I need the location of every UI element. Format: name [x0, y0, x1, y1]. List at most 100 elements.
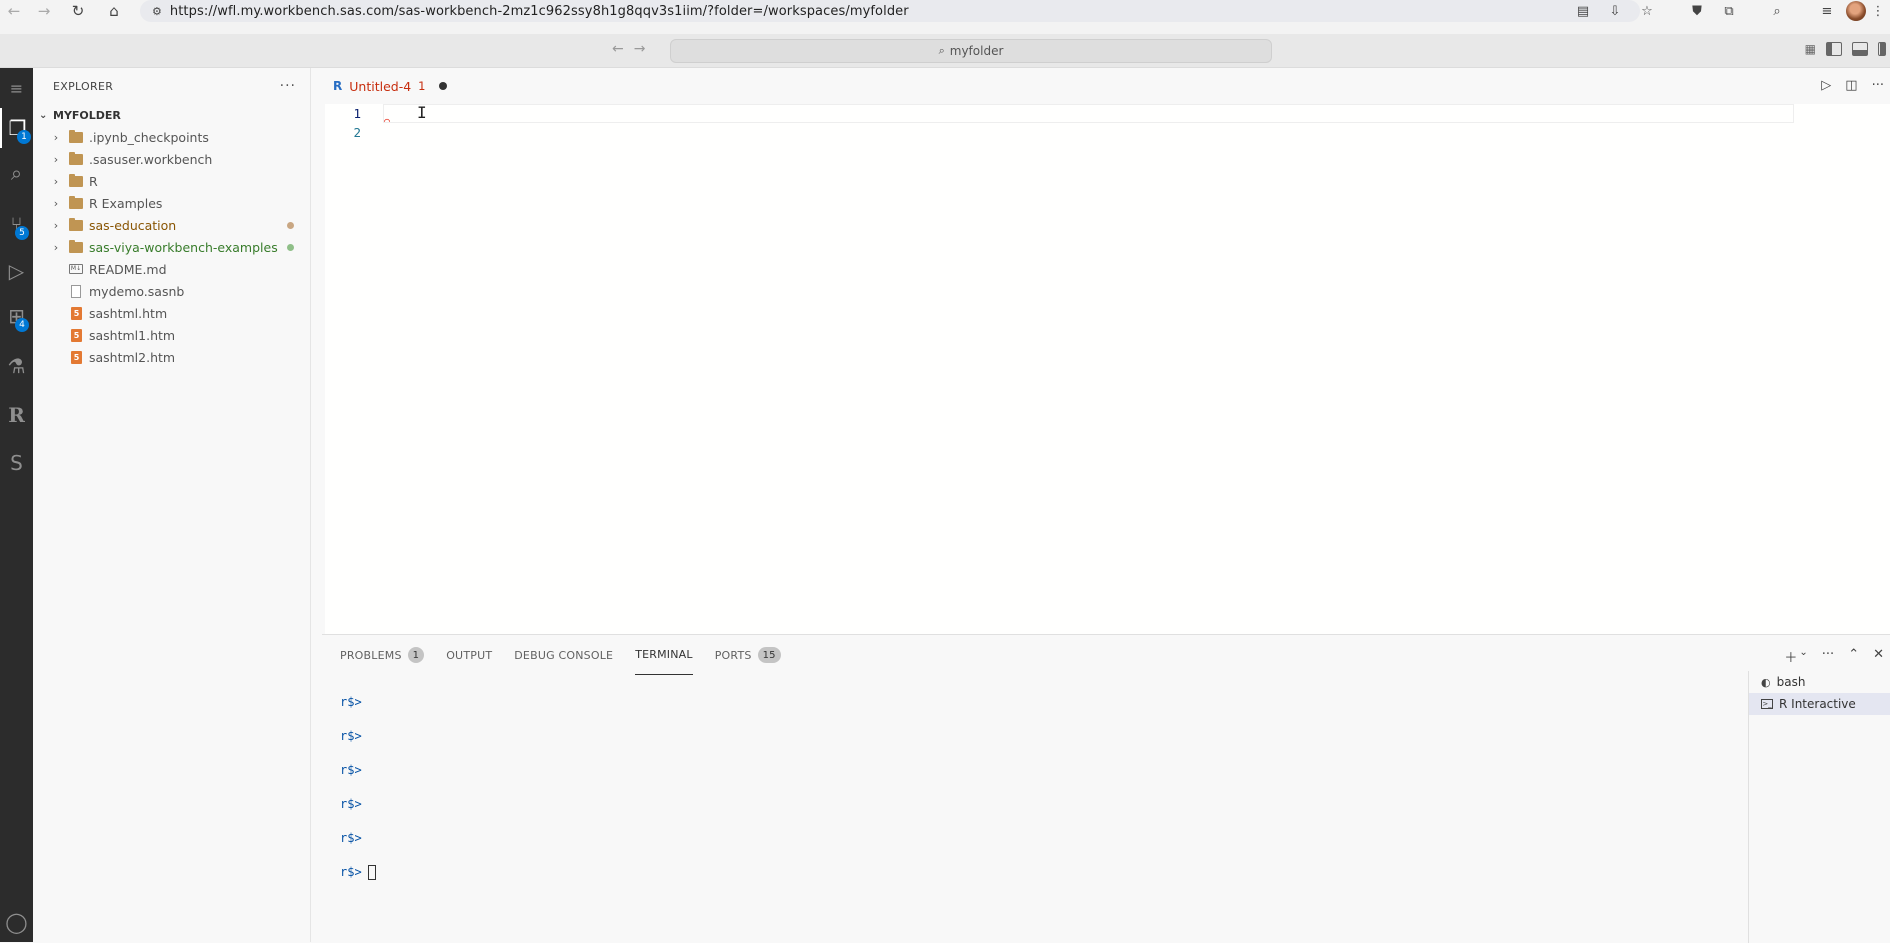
tree-item-label: mydemo.sasnb: [89, 283, 185, 299]
run-debug-icon[interactable]: ▷: [0, 251, 33, 291]
install-app-icon[interactable]: ⇩: [1602, 0, 1628, 22]
tree-item-label: sas-viya-workbench-examples: [89, 239, 278, 255]
lens-search-icon[interactable]: ⌕: [1764, 0, 1790, 22]
toggle-panel-icon[interactable]: [1852, 42, 1868, 56]
tree-item-sashtml[interactable]: 5 sashtml.htm: [33, 302, 310, 324]
url-text: https://wfl.my.workbench.sas.com/sas-wor…: [169, 3, 909, 19]
activity-bar: ≡ ❐ 1 ⌕ ⑂ 5 ▷ ⊞ 4 ⚗ R S ◯: [0, 68, 33, 942]
site-settings-icon[interactable]: ⚙: [152, 5, 162, 18]
terminal-item-label: bash: [1776, 675, 1806, 689]
folder-icon: [69, 217, 83, 231]
close-panel-icon[interactable]: ✕: [1873, 647, 1884, 666]
extensions-puzzle-icon[interactable]: ⧉: [1716, 0, 1742, 22]
split-editor-icon[interactable]: ◫: [1845, 78, 1857, 93]
chevron-down-icon: ⌄: [39, 109, 48, 121]
unsaved-dot-icon[interactable]: [438, 82, 447, 90]
text-cursor-icon: I: [417, 103, 427, 122]
explorer-title: EXPLORER: [53, 79, 114, 93]
tree-item-readme[interactable]: M↓ README.md: [33, 258, 310, 280]
address-bar[interactable]: ⚙ https://wfl.my.workbench.sas.com/sas-w…: [140, 0, 1640, 22]
line-content[interactable]: [383, 123, 1890, 142]
html-file-icon: 5: [71, 306, 82, 320]
terminal-prompt: r$>: [340, 865, 362, 879]
tree-item-label: sashtml.htm: [89, 305, 168, 321]
code-editor[interactable]: 1 ⌒ I 2: [325, 103, 1890, 634]
media-queue-icon[interactable]: ≡: [1814, 0, 1840, 22]
untracked-status-dot: [287, 244, 294, 251]
terminal-item-r-interactive[interactable]: >_ R Interactive: [1749, 693, 1890, 715]
file-icon: [71, 284, 81, 298]
forward-arrow-icon[interactable]: →: [30, 0, 58, 25]
tree-item-sashtml2[interactable]: 5 sashtml2.htm: [33, 346, 310, 368]
editor-line[interactable]: 1 ⌒ I: [325, 103, 1890, 127]
browser-menu-icon[interactable]: ⋮: [1872, 0, 1885, 22]
back-arrow-icon[interactable]: ←: [0, 0, 28, 25]
extensions-icon[interactable]: ⊞ 4: [0, 296, 33, 336]
history-navigation: ← →: [612, 41, 645, 57]
account-icon[interactable]: ◯: [0, 902, 33, 942]
tab-terminal[interactable]: TERMINAL: [635, 635, 693, 675]
clipboard-icon[interactable]: ▤: [1570, 0, 1596, 22]
layout-controls: ▦: [1805, 42, 1890, 56]
r-extension-icon[interactable]: R: [0, 395, 33, 435]
workspace-folder-name: MYFOLDER: [53, 108, 121, 122]
tab-label: PORTS: [714, 648, 752, 662]
shield-icon[interactable]: ⛊: [1684, 0, 1710, 22]
more-actions-icon[interactable]: ···: [1822, 647, 1834, 666]
more-actions-icon[interactable]: ···: [1872, 78, 1884, 93]
tree-item-ipynb-checkpoints[interactable]: › .ipynb_checkpoints: [33, 126, 310, 148]
bookmark-star-icon[interactable]: ☆: [1634, 0, 1660, 22]
tab-ports[interactable]: PORTS 15: [715, 635, 781, 675]
chevron-down-icon[interactable]: ⌄: [1799, 647, 1807, 666]
editor-actions: ▷ ◫ ···: [1821, 78, 1890, 93]
customize-layout-icon[interactable]: ▦: [1805, 42, 1816, 56]
tab-untitled-4[interactable]: R Untitled-4 1: [325, 68, 447, 104]
reload-icon[interactable]: ↻: [64, 0, 92, 25]
tree-item-r-examples[interactable]: › R Examples: [33, 192, 310, 214]
terminal-item-bash[interactable]: ◐ bash: [1749, 671, 1890, 693]
explorer-files-icon[interactable]: ❐ 1: [0, 108, 33, 148]
go-back-icon[interactable]: ←: [612, 41, 624, 57]
terminal-output[interactable]: r$> r$> r$> r$> r$> r$>: [340, 685, 1750, 889]
editor-tab-bar: R Untitled-4 1 ▷ ◫ ···: [325, 68, 1890, 104]
more-actions-icon[interactable]: ···: [280, 78, 296, 94]
command-center-label: myfolder: [949, 44, 1004, 58]
terminal-item-label: R Interactive: [1779, 697, 1856, 711]
command-center-search[interactable]: ⌕ myfolder: [670, 39, 1272, 63]
search-icon[interactable]: ⌕: [0, 153, 33, 193]
tab-label: PROBLEMS: [340, 648, 402, 662]
toggle-secondary-sidebar-icon[interactable]: [1878, 42, 1886, 56]
tree-item-sashtml1[interactable]: 5 sashtml1.htm: [33, 324, 310, 346]
profile-avatar[interactable]: [1846, 1, 1866, 21]
tree-item-sasuser-workbench[interactable]: › .sasuser.workbench: [33, 148, 310, 170]
tree-item-label: sashtml1.htm: [89, 327, 176, 343]
chevron-right-icon: ›: [53, 240, 59, 254]
tree-item-label: R: [89, 173, 98, 189]
maximize-panel-chevron-icon[interactable]: ⌃: [1848, 647, 1859, 666]
terminal-list: ◐ bash >_ R Interactive: [1748, 671, 1890, 943]
testing-flask-icon[interactable]: ⚗: [0, 346, 33, 386]
go-forward-icon[interactable]: →: [634, 41, 646, 57]
tree-item-r[interactable]: › R: [33, 170, 310, 192]
panel-actions: ＋ ⌄ ··· ⌃ ✕: [1784, 647, 1890, 666]
tab-debug-console[interactable]: DEBUG CONSOLE: [514, 635, 613, 675]
tree-item-mydemo[interactable]: mydemo.sasnb: [33, 280, 310, 302]
tree-item-label: R Examples: [89, 195, 163, 211]
new-terminal-plus-icon[interactable]: ＋: [1784, 647, 1797, 666]
home-icon[interactable]: ⌂: [100, 0, 128, 25]
tab-problems[interactable]: PROBLEMS 1: [340, 635, 425, 675]
editor-line[interactable]: 2: [325, 123, 1890, 142]
workspace-folder-header[interactable]: ⌄ MYFOLDER: [33, 104, 310, 126]
tree-item-sas-education[interactable]: › sas-education: [33, 214, 310, 236]
line-content[interactable]: ⌒ I: [383, 103, 1794, 127]
problems-count-badge: 1: [407, 647, 425, 663]
menu-icon[interactable]: ≡: [0, 68, 33, 108]
terminal-prompt-line[interactable]: r$>: [340, 855, 1750, 889]
sas-extension-icon[interactable]: S: [0, 443, 33, 483]
tree-item-sas-viya-workbench-examples[interactable]: › sas-viya-workbench-examples: [33, 236, 310, 258]
source-control-icon[interactable]: ⑂ 5: [0, 204, 33, 244]
tab-output[interactable]: OUTPUT: [446, 635, 492, 675]
extensions-badge: 4: [15, 318, 29, 332]
toggle-primary-sidebar-icon[interactable]: [1826, 42, 1842, 56]
run-icon[interactable]: ▷: [1821, 78, 1831, 93]
